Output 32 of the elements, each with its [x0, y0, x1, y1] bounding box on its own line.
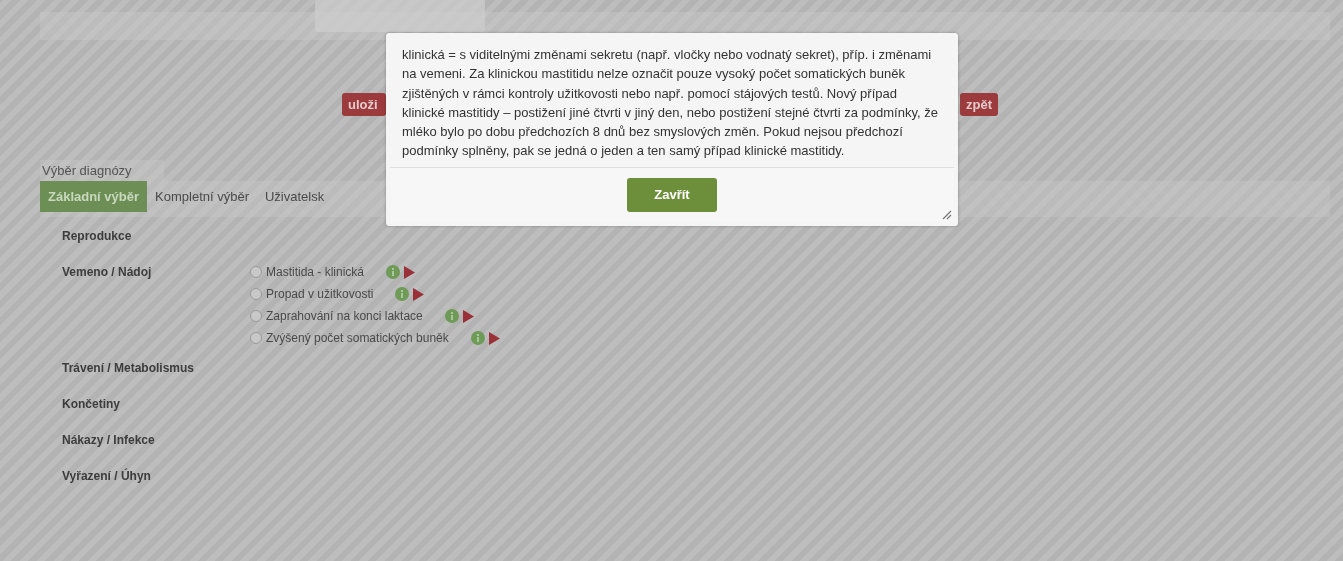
- input-field[interactable]: [315, 0, 485, 32]
- radio-button[interactable]: [250, 266, 262, 278]
- play-icon[interactable]: [413, 287, 425, 301]
- tab[interactable]: Základní výběr: [40, 181, 148, 212]
- tab[interactable]: Kompletní výběr: [147, 181, 257, 212]
- info-icon[interactable]: [444, 309, 459, 323]
- option-label: Zvýšený počet somatických buněk: [266, 331, 449, 345]
- radio-button[interactable]: [250, 310, 262, 322]
- section-title: Výběr diagnózy: [40, 160, 164, 181]
- info-icon[interactable]: [470, 331, 485, 345]
- play-icon[interactable]: [404, 265, 416, 279]
- category-label: Trávení / Metabolismus: [62, 361, 196, 375]
- category-label: Vyřazení / Úhyn: [62, 469, 152, 483]
- dialog-text: klinická = s viditelnými změnami sekretu (např. vločky nebo vodnatý sekret), příp. i změnami na vemeni. Za klinickou mastitidu nelze označit pouze vysoký počet somatických buněk zjištěných v rámci kontroly užitkovosti nebo např. pomocí stájových testů. Nový případ klinické mastitidy – postižení jiné čtvrti v jiný den, nebo postižení stejné čtvrti za podmínky, že mléko bylo po dobu předchozích 8 dnů bez smyslových změn. Pokud nejsou předchozí podmínky splněny, pak se jedná o jeden a ten samý případ klinické mastitidy.: [401, 46, 939, 161]
- category-label: Reprodukce: [62, 229, 133, 243]
- option-label: Mastitida - klinická: [266, 265, 365, 279]
- radio-button[interactable]: [250, 332, 262, 344]
- option-label: Zaprahování na konci laktace: [266, 309, 423, 323]
- info-icon[interactable]: [386, 265, 401, 279]
- tab[interactable]: Uživatelsk: [257, 181, 333, 212]
- resize-grip-icon[interactable]: [942, 209, 952, 220]
- close-button[interactable]: Zavřít: [627, 177, 717, 212]
- save-button[interactable]: uloži: [342, 93, 386, 116]
- radio-button[interactable]: [250, 288, 262, 300]
- category-label: Nákazy / Infekce: [62, 433, 156, 447]
- option-label: Propad v užitkovosti: [266, 287, 374, 301]
- back-button[interactable]: zpět: [960, 93, 998, 116]
- category-label: Vemeno / Nádoj: [62, 265, 153, 279]
- play-icon[interactable]: [488, 331, 500, 345]
- play-icon[interactable]: [462, 309, 474, 323]
- info-icon[interactable]: [395, 287, 410, 301]
- category-label: Končetiny: [62, 397, 121, 411]
